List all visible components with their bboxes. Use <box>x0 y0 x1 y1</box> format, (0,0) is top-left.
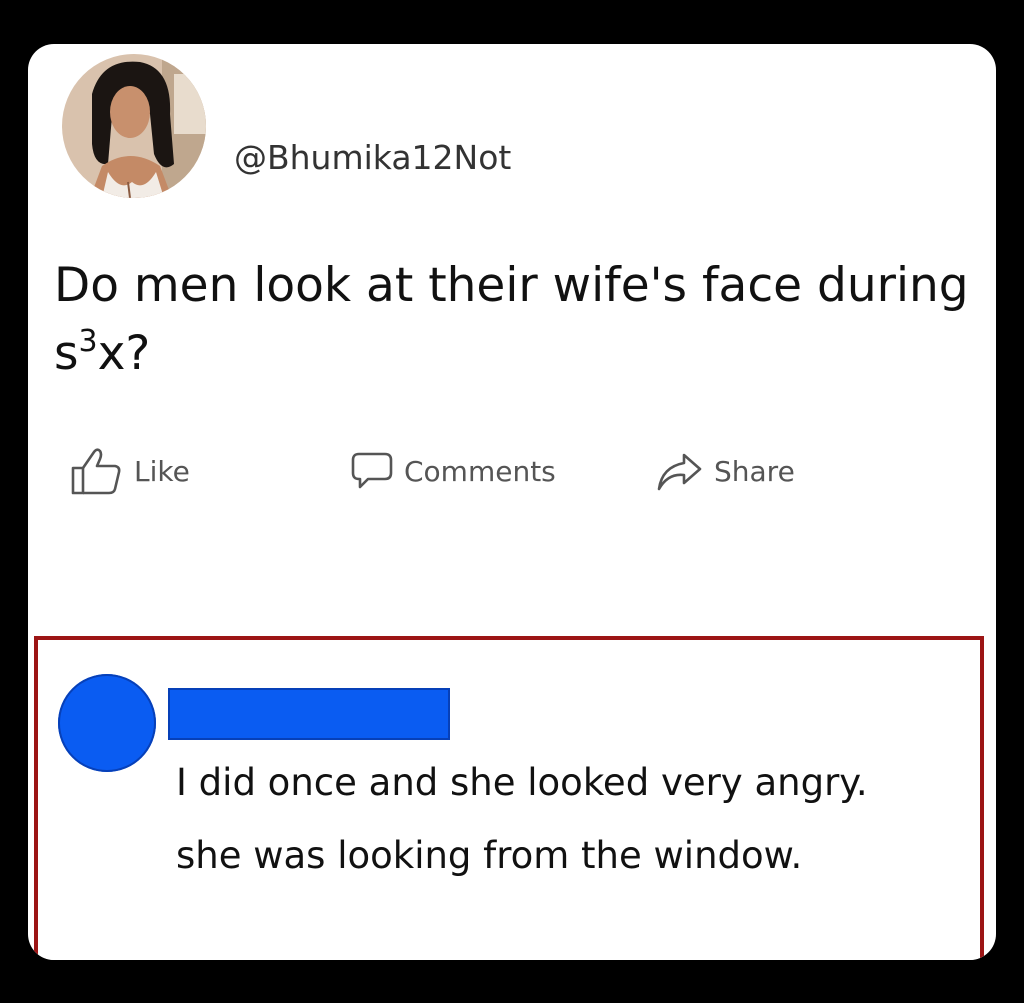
comment-text: I did once and she looked very angry. sh… <box>176 746 868 892</box>
highlighted-comment: I did once and she looked very angry. sh… <box>34 636 984 960</box>
thumbs-up-icon <box>71 448 121 495</box>
like-button[interactable]: Like <box>70 446 190 496</box>
avatar-image <box>62 54 206 198</box>
profile-avatar[interactable] <box>62 54 206 198</box>
post-text-end: x? <box>97 326 151 381</box>
share-button[interactable]: Share <box>656 446 795 496</box>
post-text-superscript: 3 <box>78 324 98 359</box>
post-username[interactable]: @Bhumika12Not <box>234 138 511 177</box>
comment-line-2: she was looking from the window. <box>176 834 803 877</box>
comment-username-redacted <box>168 688 450 740</box>
like-label: Like <box>134 454 190 488</box>
post-text: Do men look at their wife's face during … <box>54 252 984 388</box>
comment-line-1: I did once and she looked very angry. <box>176 761 868 804</box>
speech-bubble-icon <box>351 452 393 489</box>
comment-avatar-redacted <box>58 674 156 772</box>
comments-label: Comments <box>404 454 556 488</box>
share-arrow-icon <box>657 453 702 491</box>
post-text-main: Do men look at their wife's face during … <box>54 258 969 381</box>
share-label: Share <box>714 454 795 488</box>
comments-button[interactable]: Comments <box>350 446 556 496</box>
post-actions-bar: Like Comments Share <box>28 446 996 496</box>
post-card: @Bhumika12Not Do men look at their wife'… <box>28 44 996 960</box>
